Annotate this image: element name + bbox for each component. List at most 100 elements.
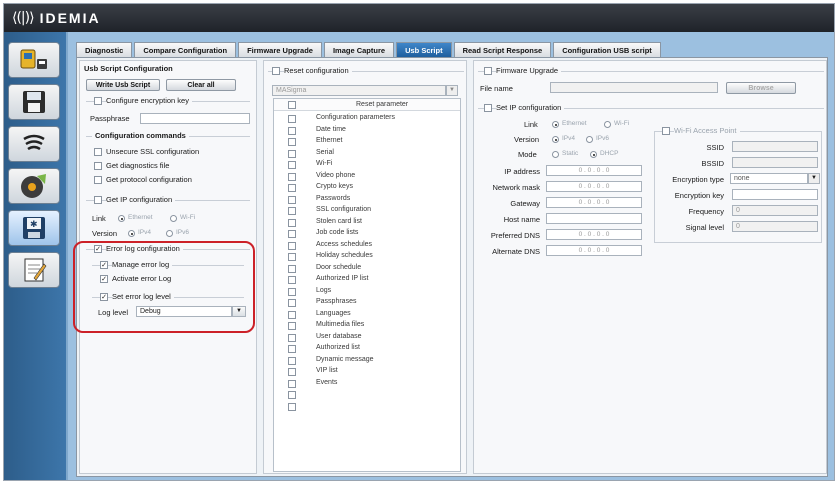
ip-address-input[interactable]: 0 . 0 . 0 . 0 <box>546 165 642 176</box>
reset-item-checkbox[interactable] <box>288 195 296 204</box>
set-ip-dhcp-radio[interactable] <box>590 151 597 158</box>
list-item[interactable]: Multimedia files <box>274 320 460 332</box>
tab-compare-configuration[interactable]: Compare Configuration <box>134 42 237 57</box>
chevron-down-icon[interactable]: ▼ <box>446 85 458 96</box>
signal-level-input[interactable]: 0 <box>732 221 818 232</box>
ip-link-ethernet-radio[interactable] <box>118 215 125 222</box>
sidebar-item-notes[interactable] <box>8 252 60 288</box>
list-item[interactable]: Stolen card list <box>274 217 460 229</box>
tab-diagnostic[interactable]: Diagnostic <box>76 42 133 57</box>
reset-item-checkbox[interactable] <box>288 253 296 261</box>
reset-item-checkbox[interactable] <box>288 310 296 319</box>
reset-item-checkbox[interactable] <box>288 299 296 307</box>
reset-item-checkbox[interactable] <box>288 356 296 365</box>
reset-item-checkbox[interactable] <box>288 126 296 135</box>
reset-item-checkbox[interactable] <box>288 138 296 146</box>
alternate-dns-input[interactable]: 0 . 0 . 0 . 0 <box>546 245 642 256</box>
gateway-input[interactable]: 0 . 0 . 0 . 0 <box>546 197 642 208</box>
reset-item-checkbox[interactable] <box>288 391 296 399</box>
reset-item-checkbox[interactable] <box>288 172 296 181</box>
sidebar-item-save[interactable] <box>8 84 60 120</box>
list-item[interactable]: Passwords <box>274 194 460 206</box>
sidebar-item-media[interactable] <box>8 168 60 204</box>
set-ip-ipv4-radio[interactable] <box>552 136 559 143</box>
list-item[interactable]: SSL configuration <box>274 205 460 217</box>
list-item[interactable] <box>274 401 460 413</box>
list-item[interactable] <box>274 389 460 401</box>
host-name-input[interactable] <box>546 213 642 224</box>
list-item[interactable]: Job code lists <box>274 228 460 240</box>
list-item[interactable]: Date time <box>274 125 460 137</box>
reset-type-select[interactable]: MASigma <box>272 85 446 96</box>
tab-configuration-usb-script[interactable]: Configuration USB script <box>553 42 661 57</box>
reset-item-checkbox[interactable] <box>288 345 296 353</box>
chevron-down-icon[interactable]: ▼ <box>808 173 820 184</box>
reset-item-checkbox[interactable] <box>288 241 296 250</box>
reset-item-checkbox[interactable] <box>288 149 296 158</box>
reset-item-checkbox[interactable] <box>288 368 296 376</box>
encryption-checkbox[interactable] <box>94 97 102 105</box>
browse-button[interactable]: Browse <box>726 82 796 94</box>
set-ip-wifi-radio[interactable] <box>604 121 611 128</box>
reset-item-checkbox[interactable] <box>288 161 296 169</box>
encryption-type-select[interactable]: none <box>730 173 808 184</box>
list-item[interactable]: Door schedule <box>274 263 460 275</box>
encryption-key-input[interactable] <box>732 189 818 200</box>
list-item[interactable]: Wi-Fi <box>274 159 460 171</box>
set-ip-ethernet-radio[interactable] <box>552 121 559 128</box>
reset-item-checkbox[interactable] <box>288 264 296 273</box>
reset-item-checkbox[interactable] <box>288 218 296 227</box>
sidebar-item-usb-script[interactable]: ✱ <box>8 210 60 246</box>
clear-all-button[interactable]: Clear all <box>166 79 236 91</box>
diagnostics-file-checkbox[interactable] <box>94 162 102 170</box>
tab-image-capture[interactable]: Image Capture <box>323 42 395 57</box>
reset-config-checkbox[interactable] <box>272 67 280 75</box>
list-item[interactable]: Access schedules <box>274 240 460 252</box>
reset-item-checkbox[interactable] <box>288 276 296 284</box>
reset-item-checkbox[interactable] <box>288 333 296 342</box>
list-item[interactable]: VIP list <box>274 366 460 378</box>
list-item[interactable]: Video phone <box>274 171 460 183</box>
list-item[interactable]: Authorized IP list <box>274 274 460 286</box>
reset-item-checkbox[interactable] <box>288 287 296 296</box>
reset-item-checkbox[interactable] <box>288 322 296 330</box>
list-item[interactable]: Crypto keys <box>274 182 460 194</box>
list-item[interactable]: Ethernet <box>274 136 460 148</box>
wifi-access-point-checkbox[interactable] <box>662 127 670 135</box>
sidebar-item-terminal[interactable] <box>8 42 60 78</box>
list-item[interactable]: Holiday schedules <box>274 251 460 263</box>
preferred-dns-input[interactable]: 0 . 0 . 0 . 0 <box>546 229 642 240</box>
reset-item-checkbox[interactable] <box>288 184 296 192</box>
ip-link-wifi-radio[interactable] <box>170 215 177 222</box>
tab-read-script-response[interactable]: Read Script Response <box>453 42 552 57</box>
list-item[interactable]: Dynamic message <box>274 355 460 367</box>
reset-item-checkbox[interactable] <box>288 230 296 238</box>
firmware-upgrade-checkbox[interactable] <box>484 67 492 75</box>
bssid-input[interactable] <box>732 157 818 168</box>
reset-item-checkbox[interactable] <box>288 379 296 388</box>
sidebar-item-contactless[interactable] <box>8 126 60 162</box>
list-item[interactable]: Authorized list <box>274 343 460 355</box>
network-mask-input[interactable]: 0 . 0 . 0 . 0 <box>546 181 642 192</box>
ip-version-ipv4-radio[interactable] <box>128 230 135 237</box>
write-usb-script-button[interactable]: Write Usb Script <box>86 79 160 91</box>
select-all-checkbox[interactable] <box>288 101 296 109</box>
get-ip-checkbox[interactable] <box>94 196 102 204</box>
list-item[interactable]: User database <box>274 332 460 344</box>
list-item[interactable]: Events <box>274 378 460 390</box>
reset-item-checkbox[interactable] <box>288 115 296 123</box>
list-item[interactable]: Logs <box>274 286 460 298</box>
set-ip-ipv6-radio[interactable] <box>586 136 593 143</box>
set-ip-static-radio[interactable] <box>552 151 559 158</box>
frequency-input[interactable]: 0 <box>732 205 818 216</box>
passphrase-input[interactable] <box>140 113 250 124</box>
reset-item-checkbox[interactable] <box>288 402 296 411</box>
list-item[interactable]: Passphrases <box>274 297 460 309</box>
set-ip-checkbox[interactable] <box>484 104 492 112</box>
tab-firmware-upgrade[interactable]: Firmware Upgrade <box>238 42 322 57</box>
ip-version-ipv6-radio[interactable] <box>166 230 173 237</box>
reset-item-checkbox[interactable] <box>288 207 296 215</box>
ssid-input[interactable] <box>732 141 818 152</box>
unsecure-ssl-checkbox[interactable] <box>94 148 102 156</box>
list-item[interactable]: Serial <box>274 148 460 160</box>
